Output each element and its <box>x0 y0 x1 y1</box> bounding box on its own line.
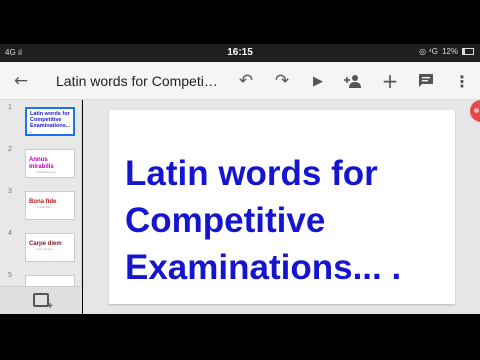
thumb-title: Carpe diem <box>29 241 62 247</box>
slide-number: 3 <box>8 188 12 195</box>
thumb-subtitle: (seize the day) <box>36 248 53 251</box>
thumb-subtitle: (in good faith) <box>36 206 52 209</box>
new-slide-bar <box>0 286 82 314</box>
slide-editor-canvas: Latin words for Competitive Examinations… <box>83 100 480 314</box>
top-toolbar: ← Latin words for Competi… ↶ ↷ ▶ + ⋮ <box>0 62 480 100</box>
app-screen: 4G ıl 16:15 ◎ ⁴G 12% ← Latin words for C… <box>0 0 480 360</box>
status-extra-icons: ◎ ⁴G <box>419 47 438 56</box>
current-slide[interactable]: Latin words for Competitive Examinations… <box>109 110 455 304</box>
redo-icon[interactable]: ↷ <box>271 70 293 92</box>
comment-icon[interactable] <box>415 70 437 92</box>
letterbox-bottom <box>0 314 480 360</box>
slide-number: 4 <box>8 230 12 237</box>
thumb-title-lines: Latin words for Competitive Examinations… <box>27 109 73 135</box>
slide-thumbnail-3[interactable]: Bona fide (in good faith) <box>25 191 75 220</box>
battery-percent: 12% <box>441 47 458 56</box>
thumb-title: Bona fide <box>29 199 57 205</box>
undo-icon[interactable]: ↶ <box>235 70 257 92</box>
new-slide-icon[interactable] <box>33 293 53 312</box>
clock: 16:15 <box>227 47 253 58</box>
add-person-icon[interactable] <box>342 70 364 92</box>
slide-number: 5 <box>8 272 12 279</box>
add-icon[interactable]: + <box>379 69 401 93</box>
slide-thumbnail-2[interactable]: Annus mirabilis (remarkable year) <box>25 149 75 178</box>
slide-thumbnail-4[interactable]: Carpe diem (seize the day) <box>25 233 75 262</box>
thumb-subtitle: (remarkable year) <box>36 171 56 174</box>
add-person-glyph <box>344 75 361 88</box>
thumb-line: Examinations... . <box>30 123 71 135</box>
play-icon[interactable]: ▶ <box>307 70 329 92</box>
status-bar: 4G ıl 16:15 ◎ ⁴G 12% <box>0 44 480 62</box>
status-right: ◎ ⁴G 12% <box>419 47 474 56</box>
slide-thumbnail-1[interactable]: Latin words for Competitive Examinations… <box>25 107 75 136</box>
document-title[interactable]: Latin words for Competi… <box>56 73 216 89</box>
back-arrow-icon[interactable]: ← <box>10 70 32 92</box>
slide-number: 2 <box>8 146 12 153</box>
comment-glyph <box>419 74 433 87</box>
slide-title-text[interactable]: Latin words for Competitive Examinations… <box>125 150 401 291</box>
battery-icon <box>462 48 474 55</box>
slide-number: 1 <box>8 104 12 111</box>
slide-thumbnail-panel: 1 Latin words for Competitive Examinatio… <box>0 100 82 314</box>
more-vert-icon[interactable]: ⋮ <box>451 70 473 92</box>
thumb-title: Annus mirabilis <box>29 157 54 170</box>
